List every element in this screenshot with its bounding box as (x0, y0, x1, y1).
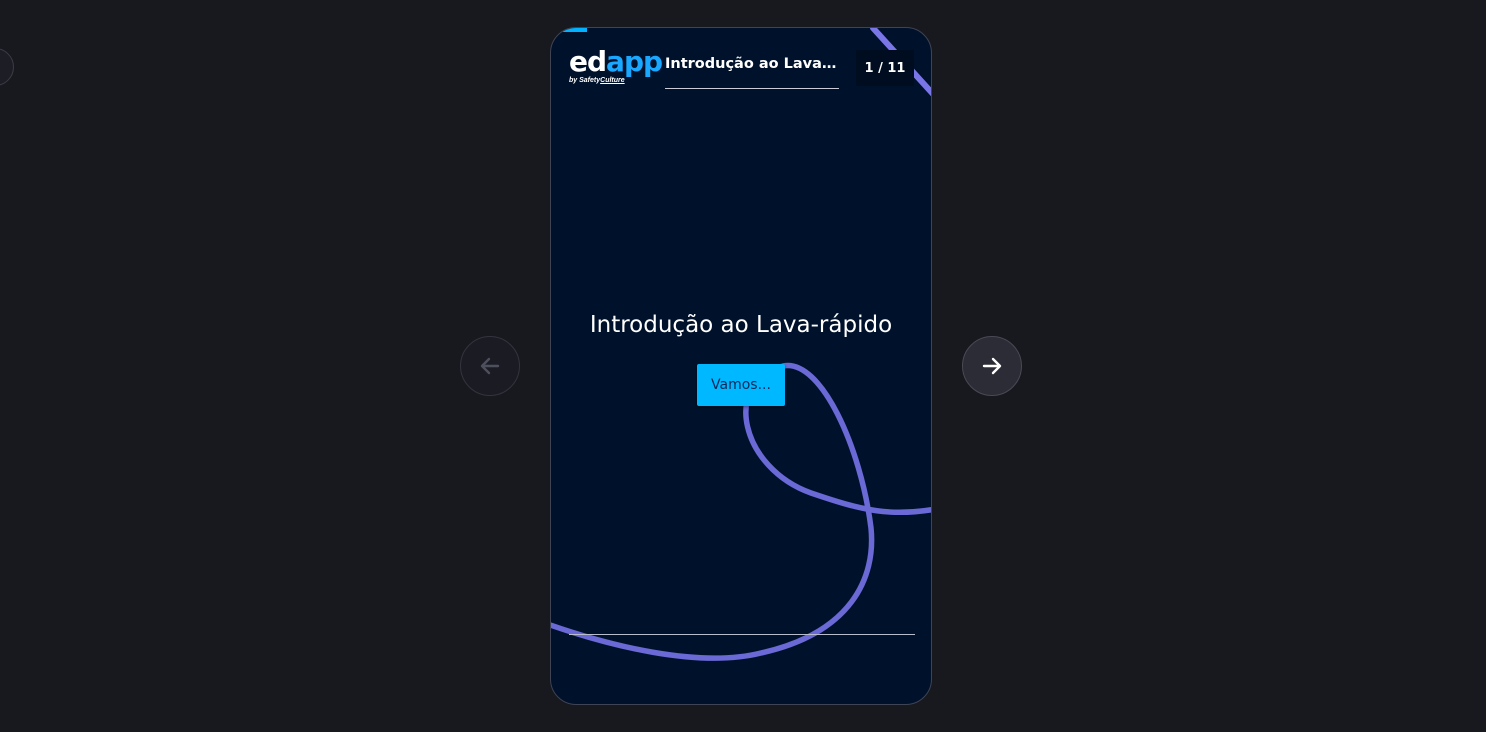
lesson-viewer: edapp by SafetyCulture Introdução ao Lav… (0, 0, 1486, 732)
slide-card: edapp by SafetyCulture Introdução ao Lav… (550, 27, 932, 705)
start-button[interactable]: Vamos... (697, 364, 785, 406)
arrow-left-icon (480, 357, 500, 375)
arrow-right-icon (982, 357, 1002, 375)
lesson-title: Introdução ao Lava-rá... (665, 56, 839, 72)
logo-byline: by SafetyCulture (569, 77, 625, 84)
previous-slide-button[interactable] (460, 336, 520, 396)
next-slide-button[interactable] (962, 336, 1022, 396)
page-counter: 1 / 11 (856, 50, 914, 86)
logo-app-text: app (606, 45, 663, 78)
slide-title: Introdução ao Lava-rápido (589, 312, 893, 338)
slide-header: edapp by SafetyCulture Introdução ao Lav… (551, 28, 931, 108)
logo-ed-text: ed (569, 45, 607, 78)
side-panel-toggle-button[interactable] (0, 48, 14, 86)
bottom-divider (569, 634, 915, 635)
edapp-logo: edapp by SafetyCulture (569, 45, 663, 90)
lesson-title-underline (665, 88, 839, 89)
